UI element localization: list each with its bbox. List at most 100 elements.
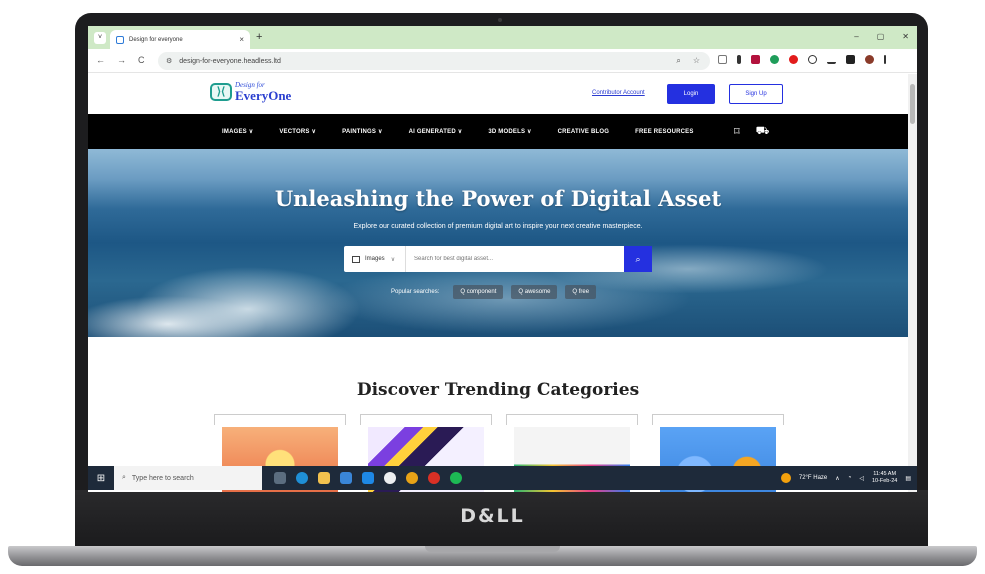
bookmark-icon[interactable]: ⌑ [734, 125, 740, 139]
asset-search-bar: Images ∨ ⌕ [344, 246, 652, 272]
search-icon: ⌕ [635, 253, 641, 264]
laptop-screen: ˅ Design for everyone × + – ▢ ✕ ← → C ⚙ [88, 26, 917, 492]
search-icon: ⌕ [122, 474, 126, 481]
vscode-icon[interactable] [362, 472, 374, 484]
nav-icons: ⌑ ⛟ [734, 125, 770, 139]
new-tab-button[interactable]: + [256, 31, 262, 43]
tab-close-icon[interactable]: × [239, 35, 244, 44]
store-icon[interactable] [340, 472, 352, 484]
omnibox-actions: ⌕ ☆ [676, 56, 710, 66]
nav-images[interactable]: IMAGES ∨ [222, 128, 253, 135]
sync-icon[interactable] [808, 55, 817, 64]
nav-creative-blog[interactable]: CREATIVE BLOG [558, 129, 610, 135]
reload-button[interactable]: C [138, 55, 145, 65]
app-icon[interactable] [384, 472, 396, 484]
windows-taskbar: ⊞ ⌕ Type here to search 72°F Haze ∧ ◔ ◁ … [88, 466, 917, 490]
zoom-icon[interactable]: ⌕ [676, 56, 680, 66]
chrome-profile-icon[interactable] [428, 472, 440, 484]
contributor-account-link[interactable]: Contributor Account [592, 90, 645, 96]
search-button[interactable]: ⌕ [624, 246, 652, 272]
browser-tab-bar: ˅ Design for everyone × + – ▢ ✕ [88, 26, 917, 49]
main-nav-items: IMAGES ∨ VECTORS ∨ PAINTINGS ∨ AI GENERA… [222, 114, 694, 149]
tab-search-button[interactable]: ˅ [94, 32, 106, 44]
popular-chip-component[interactable]: Q component [453, 285, 504, 299]
edge-icon[interactable] [296, 472, 308, 484]
weather-icon [780, 473, 791, 483]
puzzle-icon[interactable] [718, 55, 727, 64]
popular-searches: Popular searches: Q component Q awesome … [391, 285, 597, 299]
hero-banner: Unleashing the Power of Digital Asset Ex… [88, 149, 908, 337]
login-button[interactable]: Login [667, 84, 715, 104]
popular-chip-awesome[interactable]: Q awesome [511, 285, 558, 299]
profile-icon[interactable] [865, 55, 874, 64]
green-ext-icon[interactable] [770, 55, 779, 64]
scrollbar-thumb[interactable] [910, 84, 915, 124]
sidebar-icon[interactable] [846, 55, 855, 64]
webcam [498, 18, 502, 22]
volume-icon[interactable]: ◁ [859, 475, 864, 482]
file-explorer-icon[interactable] [318, 472, 330, 484]
laptop-photo: D&LL ˅ Design for everyone × + – ▢ ✕ ← →… [0, 0, 985, 574]
favicon-icon [116, 35, 124, 44]
trending-categories-title: Discover Trending Categories [356, 380, 640, 400]
search-category-select[interactable]: Images ∨ [344, 246, 406, 272]
tab-title: Design for everyone [129, 36, 183, 43]
chrome-icon[interactable] [406, 472, 418, 484]
back-button[interactable]: ← [96, 55, 105, 65]
cart-icon[interactable]: ⛟ [756, 125, 770, 139]
close-window-button[interactable]: ✕ [902, 32, 909, 41]
windows-start-icon[interactable]: ⊞ [88, 473, 114, 484]
opera-icon[interactable] [789, 55, 798, 64]
nav-3d-models[interactable]: 3D MODELS ∨ [488, 128, 531, 135]
clock-time: 11:45 AM [873, 471, 897, 478]
taskbar-search[interactable]: ⌕ Type here to search [114, 466, 262, 490]
browser-tab[interactable]: Design for everyone × [110, 30, 250, 49]
nav-ai-generated[interactable]: AI GENERATED ∨ [409, 128, 463, 135]
network-icon[interactable]: ◔ [848, 475, 852, 481]
signup-button[interactable]: Sign Up [729, 84, 783, 104]
main-nav: IMAGES ∨ VECTORS ∨ PAINTINGS ∨ AI GENERA… [88, 114, 908, 149]
minimize-button[interactable]: – [854, 32, 858, 41]
page-scrollbar[interactable] [908, 74, 917, 492]
download-icon[interactable] [827, 55, 836, 64]
notifications-icon[interactable]: ▤ [905, 475, 911, 482]
spotify-icon[interactable] [450, 472, 462, 484]
clock[interactable]: 11:45 AM 10-Feb-24 [872, 471, 897, 484]
logo-mark-icon: ⟩⟨ [210, 83, 232, 101]
popular-searches-label: Popular searches: [391, 289, 440, 295]
red-ext-icon[interactable] [751, 55, 760, 64]
nav-vectors[interactable]: VECTORS ∨ [279, 128, 316, 135]
hero-subtitle: Explore our curated collection of premiu… [353, 223, 643, 230]
site-info-icon[interactable]: ⚙ [166, 57, 172, 65]
pin-icon[interactable] [737, 55, 741, 64]
weather-text[interactable]: 72°F Haze [799, 475, 827, 481]
maximize-button[interactable]: ▢ [877, 32, 885, 41]
task-view-icon[interactable] [274, 472, 286, 484]
laptop-hinge-notch [425, 546, 560, 552]
system-tray: 72°F Haze ∧ ◔ ◁ 11:45 AM 10-Feb-24 ▤ [780, 471, 917, 484]
nav-paintings[interactable]: PAINTINGS ∨ [342, 128, 382, 135]
nav-buttons: ← → C [96, 55, 145, 65]
extensions-row [718, 55, 886, 64]
web-page: ⟩⟨ Design for EveryOne Contributor Accou… [88, 74, 908, 492]
site-logo[interactable]: ⟩⟨ Design for EveryOne [210, 82, 291, 102]
address-bar[interactable]: ⚙ design-for-everyone.headless.ltd ⌕ ☆ [158, 52, 710, 70]
popular-chip-free[interactable]: Q free [565, 285, 597, 299]
forward-button[interactable]: → [117, 55, 126, 65]
hero-title: Unleashing the Power of Digital Asset [274, 186, 722, 211]
site-header: ⟩⟨ Design for EveryOne Contributor Accou… [88, 74, 908, 114]
bookmark-star-icon[interactable]: ☆ [693, 56, 700, 66]
logo-text: Design for EveryOne [235, 82, 292, 103]
clock-date: 10-Feb-24 [871, 478, 898, 484]
search-category-label: Images [365, 256, 385, 262]
chevron-down-icon: ∨ [390, 256, 396, 263]
laptop-brand-logo: D&LL [460, 505, 525, 527]
url-text: design-for-everyone.headless.ltd [179, 57, 281, 65]
logo-name: EveryOne [235, 88, 292, 103]
taskbar-search-placeholder: Type here to search [131, 474, 194, 482]
menu-icon[interactable] [884, 55, 886, 64]
nav-free-resources[interactable]: FREE RESOURCES [635, 129, 693, 135]
taskbar-apps [274, 472, 462, 484]
search-input[interactable] [406, 256, 624, 262]
tray-chevron-icon[interactable]: ∧ [835, 475, 839, 482]
